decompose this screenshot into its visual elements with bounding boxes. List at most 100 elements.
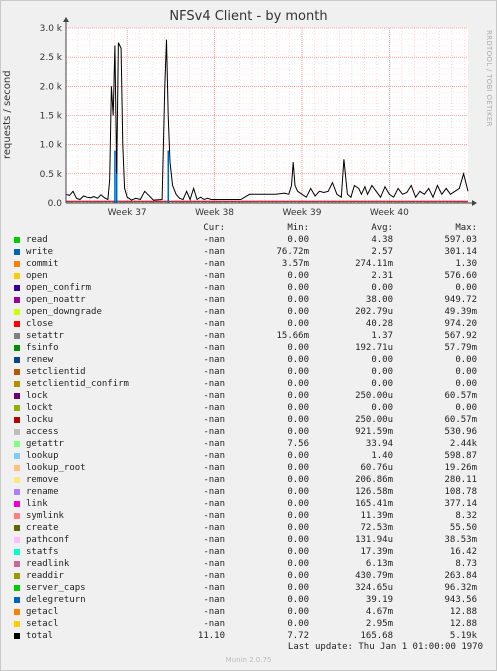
legend-avg: 2.95m — [365, 619, 393, 629]
legend-row: write -nan 76.72m 2.57 301.14 — [0, 246, 497, 258]
legend-label: remove — [26, 475, 59, 485]
legend-row: open_noattr -nan 0.00 38.00 949.72 — [0, 294, 497, 306]
legend-cur: -nan — [203, 559, 225, 569]
legend-avg: 250.00u — [355, 391, 393, 401]
legend-avg: 72.53m — [360, 523, 393, 533]
legend-max: 16.42 — [449, 547, 477, 557]
y-tick-label: 1.0 k — [40, 141, 63, 151]
legend-label: read — [26, 235, 48, 245]
legend-min: 0.00 — [287, 595, 309, 605]
legend-cur: -nan — [203, 295, 225, 305]
legend-avg: 0.00 — [371, 379, 393, 389]
x-axis-arrow — [472, 200, 477, 206]
legend-max: 8.32 — [455, 511, 477, 521]
legend-max: 597.03 — [444, 235, 477, 245]
legend-swatch — [14, 345, 20, 351]
legend-max: 12.88 — [449, 619, 477, 629]
legend-row: setacl -nan 0.00 2.95m 12.88 — [0, 618, 497, 630]
legend-cur: -nan — [203, 451, 225, 461]
legend-swatch — [14, 513, 20, 519]
legend-swatch — [14, 405, 20, 411]
legend-swatch — [14, 489, 20, 495]
legend-label: setclientid_confirm — [26, 379, 129, 389]
legend-label: locku — [26, 415, 54, 425]
legend-label: link — [26, 499, 48, 509]
legend-max: 280.11 — [444, 475, 477, 485]
legend-row: create -nan 0.00 72.53m 55.50 — [0, 522, 497, 534]
legend-max: 263.84 — [444, 571, 477, 581]
legend-row: setattr -nan 15.66m 1.37 567.92 — [0, 330, 497, 342]
y-tick-label: 2.0 k — [40, 82, 63, 92]
legend-avg: 17.39m — [360, 547, 393, 557]
legend-max: 377.14 — [444, 499, 477, 509]
legend-max: 12.88 — [449, 607, 477, 617]
legend-max: 301.14 — [444, 247, 477, 257]
legend-label: lookup_root — [26, 463, 86, 473]
legend-cur: -nan — [203, 463, 225, 473]
munin-version: Munin 2.0.75 — [225, 656, 272, 664]
legend-cur: -nan — [203, 379, 225, 389]
legend-max: 19.26m — [444, 463, 477, 473]
legend-avg: 0.00 — [371, 403, 393, 413]
legend-row: close -nan 0.00 40.28 974.20 — [0, 318, 497, 330]
legend-max: 567.92 — [444, 331, 477, 341]
legend-avg: 39.19 — [365, 595, 393, 605]
legend-swatch — [14, 393, 20, 399]
legend-min: 0.00 — [287, 559, 309, 569]
legend-swatch — [14, 609, 20, 615]
legend-max: 598.87 — [444, 451, 477, 461]
legend-swatch — [14, 309, 20, 315]
legend-min: 0.00 — [287, 391, 309, 401]
legend-cur: -nan — [203, 607, 225, 617]
legend-avg: 430.79m — [355, 571, 393, 581]
legend-label: create — [26, 523, 59, 533]
legend-min: 0.00 — [287, 607, 309, 617]
legend-label: setclientid — [26, 367, 86, 377]
legend-cur: -nan — [203, 403, 225, 413]
legend-max: 1.30 — [455, 259, 477, 269]
legend-swatch — [14, 441, 20, 447]
legend-min: 0.00 — [287, 235, 309, 245]
legend-cur: -nan — [203, 247, 225, 257]
legend-cur: -nan — [203, 319, 225, 329]
legend-min: 0.00 — [287, 535, 309, 545]
legend-swatch — [14, 357, 20, 363]
legend-label: getacl — [26, 607, 59, 617]
header-cur: Cur: — [203, 223, 225, 233]
legend-row: rename -nan 0.00 126.58m 108.78 — [0, 486, 497, 498]
legend-label: open_noattr — [26, 295, 86, 305]
legend-label: write — [26, 247, 54, 257]
legend-avg: 4.67m — [365, 607, 393, 617]
legend-label: fsinfo — [26, 343, 59, 353]
legend-row: open -nan 0.00 2.31 576.60 — [0, 270, 497, 282]
legend-cur: -nan — [203, 415, 225, 425]
legend-swatch — [14, 621, 20, 627]
legend-min: 0.00 — [287, 415, 309, 425]
legend-cur: -nan — [203, 259, 225, 269]
legend-max: 0.00 — [455, 403, 477, 413]
legend-swatch — [14, 525, 20, 531]
legend-avg: 6.13m — [365, 559, 393, 569]
legend-cur: -nan — [203, 619, 225, 629]
legend-cur: -nan — [203, 331, 225, 341]
legend-row: open_confirm -nan 0.00 0.00 0.00 — [0, 282, 497, 294]
legend-max: 60.57m — [444, 415, 477, 425]
legend-max: 0.00 — [455, 367, 477, 377]
legend-label: symlink — [26, 511, 64, 521]
legend-min: 0.00 — [287, 463, 309, 473]
legend-swatch — [14, 465, 20, 471]
legend-row: getattr -nan 7.56 33.94 2.44k — [0, 438, 497, 450]
legend-avg: 60.76u — [360, 463, 393, 473]
legend-avg: 324.65u — [355, 583, 393, 593]
legend-row: access -nan 0.00 921.59m 530.96 — [0, 426, 497, 438]
legend-swatch — [14, 249, 20, 255]
legend-swatch — [14, 273, 20, 279]
legend-label: lock — [26, 391, 48, 401]
legend-min: 0.00 — [287, 295, 309, 305]
legend-max: 49.39m — [444, 307, 477, 317]
legend-min: 0.00 — [287, 271, 309, 281]
legend-min: 7.56 — [287, 439, 309, 449]
legend-row: lockt -nan 0.00 0.00 0.00 — [0, 402, 497, 414]
legend-label: open_confirm — [26, 283, 92, 293]
legend-label: delegreturn — [26, 595, 86, 605]
